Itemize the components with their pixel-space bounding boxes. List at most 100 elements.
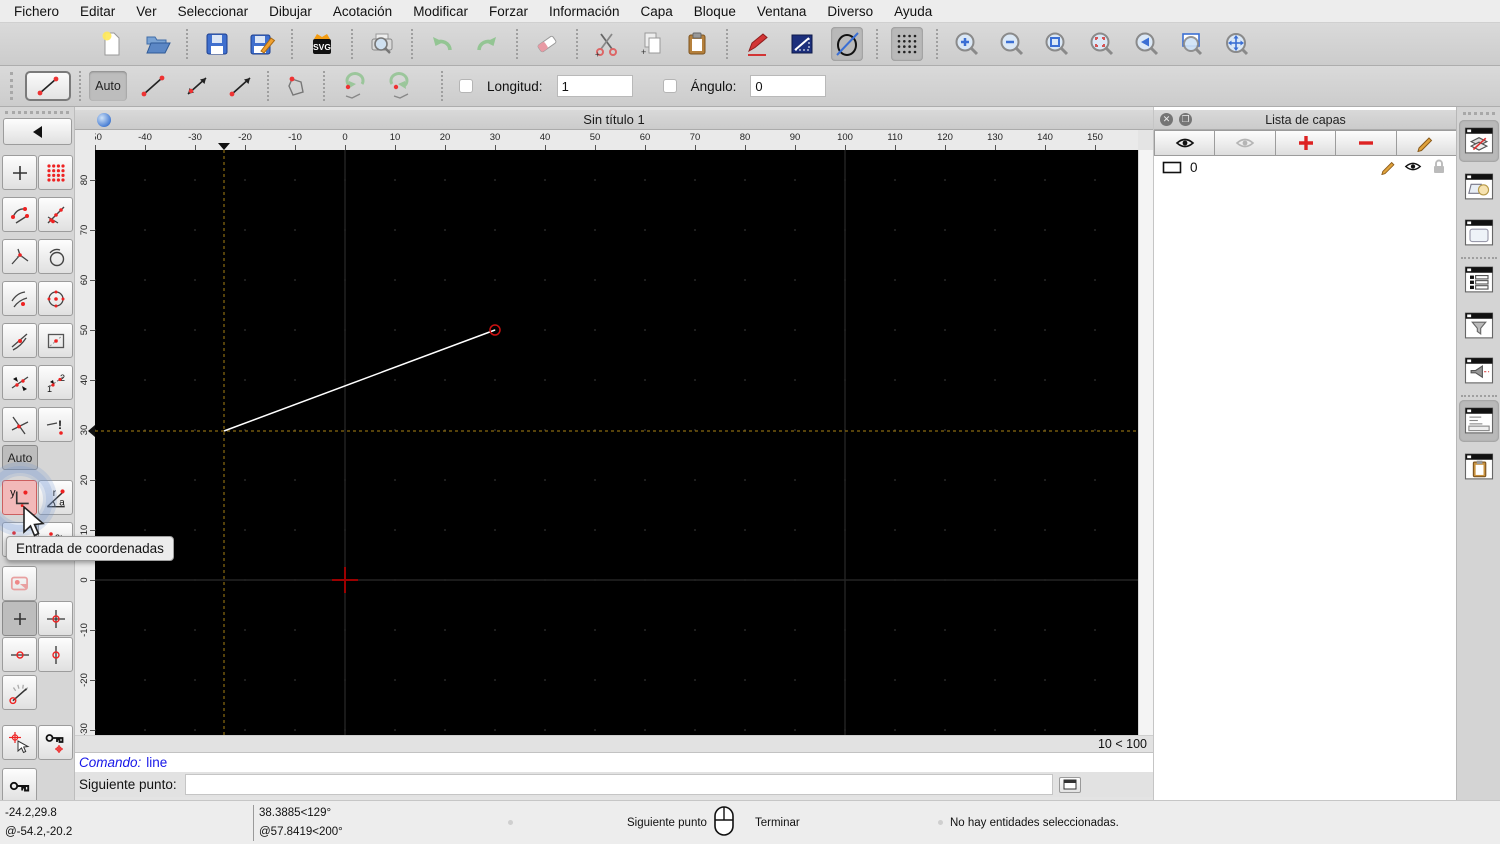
restrict-orthogonal-button[interactable] [2, 365, 37, 400]
redo-point-button[interactable] [381, 71, 421, 101]
dock-icon-library[interactable] [1464, 219, 1494, 246]
print-preview-button[interactable] [366, 27, 398, 61]
line-auto-button[interactable]: Auto [89, 71, 127, 101]
command-input[interactable] [184, 774, 1053, 795]
grid-toggle-button[interactable] [891, 27, 923, 61]
add-layer-button[interactable] [1275, 130, 1337, 156]
cut-button[interactable]: + [591, 27, 623, 61]
zoom-out-button[interactable] [996, 27, 1028, 61]
open-file-button[interactable] [141, 27, 173, 61]
sidebar-handle[interactable] [5, 111, 69, 114]
polyline-settings-button[interactable] [786, 27, 818, 61]
layer-lock-icon[interactable] [1431, 158, 1447, 178]
float-panel-icon[interactable]: ❐ [1179, 113, 1192, 126]
save-as-button[interactable] [246, 27, 278, 61]
zoom-pan-button[interactable] [1221, 27, 1253, 61]
snap-angle-gauge-button[interactable] [2, 675, 37, 710]
restrict-nothing-button[interactable] [2, 601, 37, 636]
layer-row[interactable]: 0 [1154, 156, 1457, 178]
show-all-layers-button[interactable] [1154, 130, 1216, 156]
canvas-scrollbar[interactable] [1138, 150, 1153, 735]
line-horizontal-button[interactable] [223, 71, 259, 101]
angle-checkbox[interactable] [662, 79, 677, 93]
snap-perpendicular-button[interactable] [2, 239, 37, 274]
selection-window-button[interactable] [2, 566, 37, 601]
save-button[interactable] [201, 27, 233, 61]
snap-distance-button[interactable]: 12 [38, 365, 73, 400]
lock-relative-zero-button[interactable] [38, 725, 73, 760]
zoom-auto-button[interactable] [1041, 27, 1073, 61]
menu-item-bloque[interactable]: Bloque [694, 4, 736, 19]
line-tool-button[interactable] [25, 71, 71, 101]
pen-edit-button[interactable] [741, 27, 773, 61]
snap-tangent-button[interactable] [2, 323, 37, 358]
dock-icon-clipboard[interactable] [1464, 453, 1494, 480]
menu-item-información[interactable]: Información [549, 4, 620, 19]
snap-intersection-button[interactable] [2, 407, 37, 442]
snap-on-entity-button[interactable] [38, 197, 73, 232]
strip-handle[interactable] [1463, 112, 1495, 115]
copy-button[interactable]: + [636, 27, 668, 61]
undo-point-button[interactable] [333, 71, 373, 101]
snap-free-button[interactable] [2, 155, 37, 190]
toolbar-handle[interactable] [10, 72, 13, 100]
line-2points-button[interactable] [135, 71, 171, 101]
close-icon[interactable]: ✕ [1160, 113, 1173, 126]
circle-line-button[interactable] [831, 27, 863, 61]
delete-button[interactable] [531, 27, 563, 61]
snap-middle-button[interactable] [38, 323, 73, 358]
snap-intersection-manual-button[interactable]: ! [38, 407, 73, 442]
menu-item-ventana[interactable]: Ventana [757, 4, 807, 19]
snap-nearest-button[interactable] [2, 281, 37, 316]
drawing-canvas[interactable] [95, 150, 1138, 735]
remove-layer-button[interactable] [1336, 130, 1397, 156]
lock-layer-button[interactable] [2, 768, 37, 803]
zoom-window-button[interactable] [1176, 27, 1208, 61]
menu-item-acotación[interactable]: Acotación [333, 4, 392, 19]
polygon-tool-button[interactable] [277, 71, 315, 101]
dock-icon-entity-list[interactable] [1464, 266, 1494, 293]
redo-button[interactable] [471, 27, 503, 61]
undo-button[interactable] [426, 27, 458, 61]
layers-dock-header[interactable]: ✕ ❐ Lista de capas [1154, 110, 1457, 130]
zoom-redraw-button[interactable] [1131, 27, 1163, 61]
dock-icon-filter[interactable] [1464, 312, 1494, 339]
snap-back-button[interactable] [3, 118, 72, 145]
new-file-button[interactable] [96, 27, 128, 61]
snap-grid-button[interactable] [38, 155, 73, 190]
menu-item-capa[interactable]: Capa [641, 4, 673, 19]
snap-endpoints-button[interactable] [2, 197, 37, 232]
dock-icon-notifications[interactable] [1464, 357, 1494, 384]
length-input[interactable]: 1 [556, 75, 633, 97]
crosshair-full-button[interactable] [38, 601, 73, 636]
restrict-horizontal-button[interactable] [2, 637, 37, 672]
command-console[interactable]: Comando: line [75, 752, 1153, 772]
menu-item-modificar[interactable]: Modificar [413, 4, 468, 19]
export-svg-button[interactable]: SVG [306, 27, 338, 61]
hide-all-layers-button[interactable] [1215, 130, 1276, 156]
menu-item-forzar[interactable]: Forzar [489, 4, 528, 19]
edit-layer-button[interactable] [1396, 130, 1458, 156]
snap-auto-button[interactable]: Auto [2, 445, 38, 470]
menu-item-editar[interactable]: Editar [80, 4, 115, 19]
menu-item-ver[interactable]: Ver [136, 4, 156, 19]
command-detach-button[interactable] [1058, 776, 1081, 793]
paste-button[interactable] [681, 27, 713, 61]
menu-item-dibujar[interactable]: Dibujar [269, 4, 312, 19]
menu-item-ayuda[interactable]: Ayuda [894, 4, 932, 19]
restrict-vertical-button[interactable] [38, 637, 73, 672]
menu-item-fichero[interactable]: Fichero [14, 4, 59, 19]
zoom-in-button[interactable] [951, 27, 983, 61]
snap-selected-button[interactable] [2, 725, 37, 760]
angle-input[interactable]: 0 [750, 75, 827, 97]
dock-icon-blocks[interactable] [1464, 173, 1494, 200]
zoom-previous-button[interactable] [1086, 27, 1118, 61]
menu-item-seleccionar[interactable]: Seleccionar [178, 4, 249, 19]
layer-construction-icon[interactable] [1162, 161, 1182, 174]
length-checkbox[interactable] [459, 79, 473, 93]
menu-item-diverso[interactable]: Diverso [827, 4, 873, 19]
snap-center-button[interactable] [38, 281, 73, 316]
snap-circle-button[interactable] [38, 239, 73, 274]
dock-icon-command[interactable] [1464, 407, 1494, 434]
dock-icon-layers[interactable] [1464, 127, 1494, 154]
